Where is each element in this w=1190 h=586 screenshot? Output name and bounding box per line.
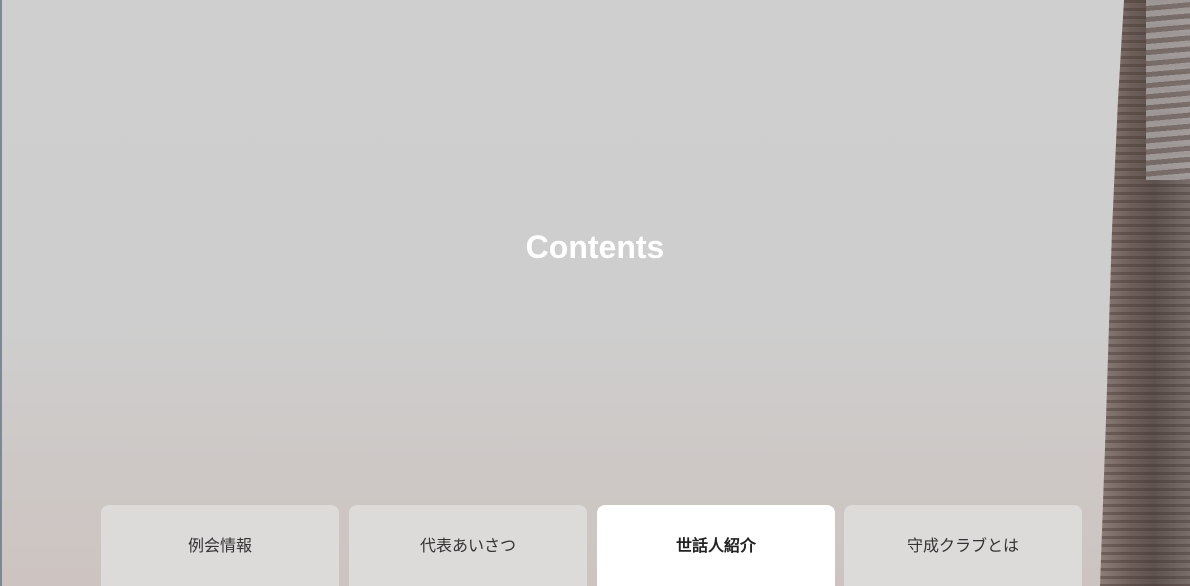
- tab-label: 世話人紹介: [675, 536, 756, 555]
- tab-representative-greeting[interactable]: 代表あいさつ: [349, 505, 587, 586]
- tab-organizers[interactable]: 世話人紹介: [597, 505, 835, 586]
- tab-label: 代表あいさつ: [419, 536, 516, 555]
- left-edge-divider: [0, 0, 2, 586]
- tab-meeting-info[interactable]: 例会情報: [101, 505, 339, 586]
- tab-label: 守成クラブとは: [906, 536, 1019, 555]
- tab-about-shusei-club[interactable]: 守成クラブとは: [844, 505, 1082, 586]
- tower-building-image: [1100, 0, 1190, 586]
- tower-windows: [1146, 0, 1190, 180]
- tab-label: 例会情報: [187, 536, 252, 555]
- page-title: Contents: [525, 229, 665, 265]
- hero-banner: Contents 例会情報 代表あいさつ 世話人紹介 守成クラブとは: [0, 0, 1190, 586]
- contents-tab-bar: 例会情報 代表あいさつ 世話人紹介 守成クラブとは: [101, 505, 1082, 586]
